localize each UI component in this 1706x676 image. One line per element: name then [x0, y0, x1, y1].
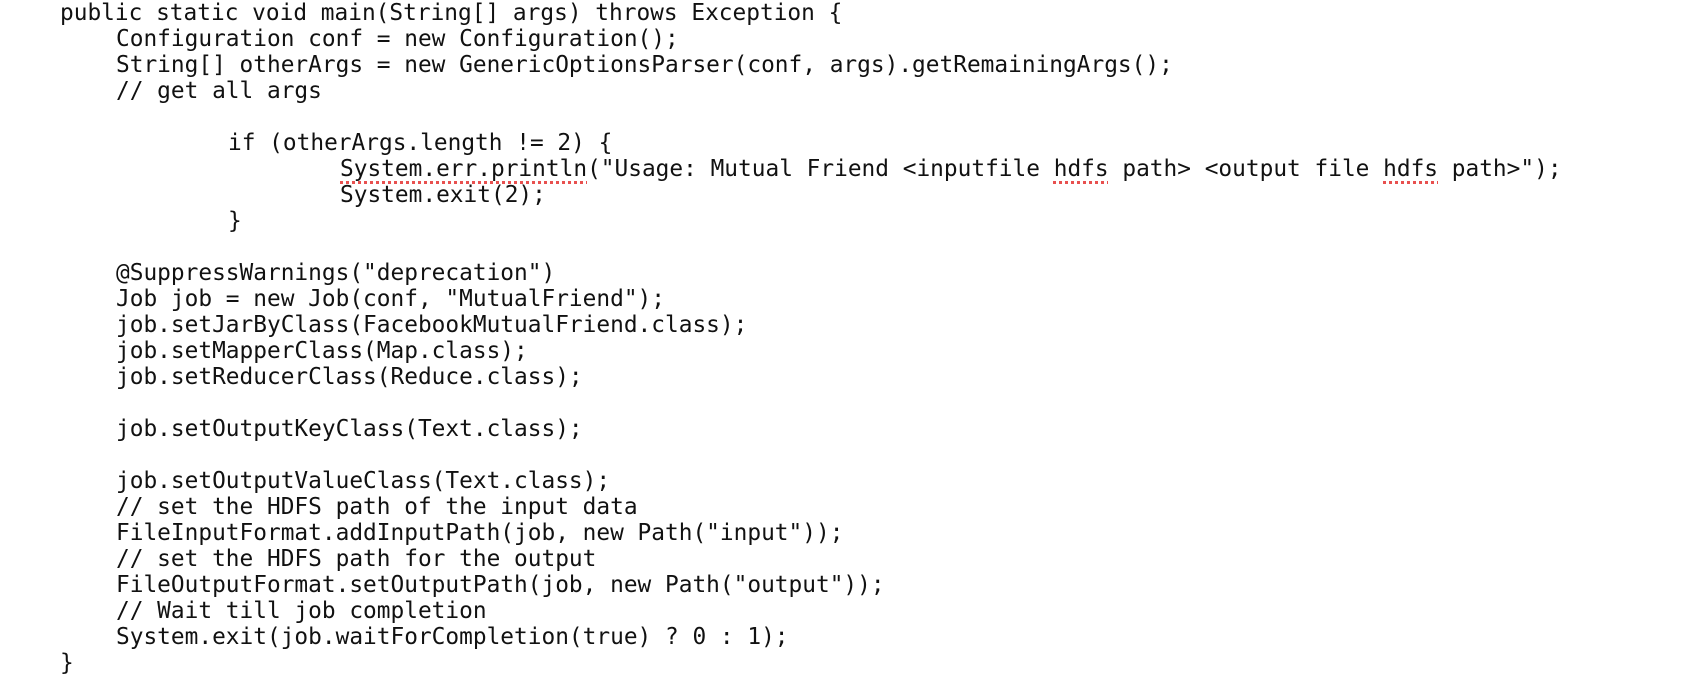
spelling-error-token: System.err.println: [340, 156, 588, 182]
code-line: String[] otherArgs = new GenericOptionsP…: [116, 52, 1173, 78]
code-line: // set the HDFS path of the input data: [116, 494, 638, 520]
code-line: FileOutputFormat.setOutputPath(job, new …: [116, 572, 885, 598]
code-line: System.exit(2);: [340, 182, 546, 208]
code-line: Configuration conf = new Configuration()…: [116, 26, 679, 52]
code-line: job.setReducerClass(Reduce.class);: [116, 364, 583, 390]
code-line: System.err.println("Usage: Mutual Friend…: [340, 156, 1562, 182]
code-line: public static void main(String[] args) t…: [60, 0, 843, 26]
spelling-error-token: hdfs: [1053, 156, 1109, 182]
code-line: if (otherArgs.length != 2) {: [228, 130, 613, 156]
code-line: // get all args: [116, 78, 322, 104]
code-token: ("Usage: Mutual Friend <inputfile: [587, 156, 1054, 182]
code-line: }: [228, 208, 242, 234]
code-line: // Wait till job completion: [116, 598, 487, 624]
code-line: System.exit(job.waitForCompletion(true) …: [116, 624, 789, 650]
code-line: // set the HDFS path for the output: [116, 546, 597, 572]
code-line: }: [60, 650, 74, 676]
code-line: job.setOutputKeyClass(Text.class);: [116, 416, 583, 442]
code-token: path>");: [1438, 156, 1562, 182]
code-line: job.setOutputValueClass(Text.class);: [116, 468, 611, 494]
code-editor[interactable]: public static void main(String[] args) t…: [0, 0, 1706, 676]
code-line: Job job = new Job(conf, "MutualFriend");: [116, 286, 665, 312]
code-line: job.setMapperClass(Map.class);: [116, 338, 528, 364]
code-token: path> <output file: [1108, 156, 1384, 182]
code-line: @SuppressWarnings("deprecation"): [116, 260, 556, 286]
spelling-error-token: hdfs: [1383, 156, 1439, 182]
code-line: job.setJarByClass(FacebookMutualFriend.c…: [116, 312, 748, 338]
code-line: FileInputFormat.addInputPath(job, new Pa…: [116, 520, 844, 546]
